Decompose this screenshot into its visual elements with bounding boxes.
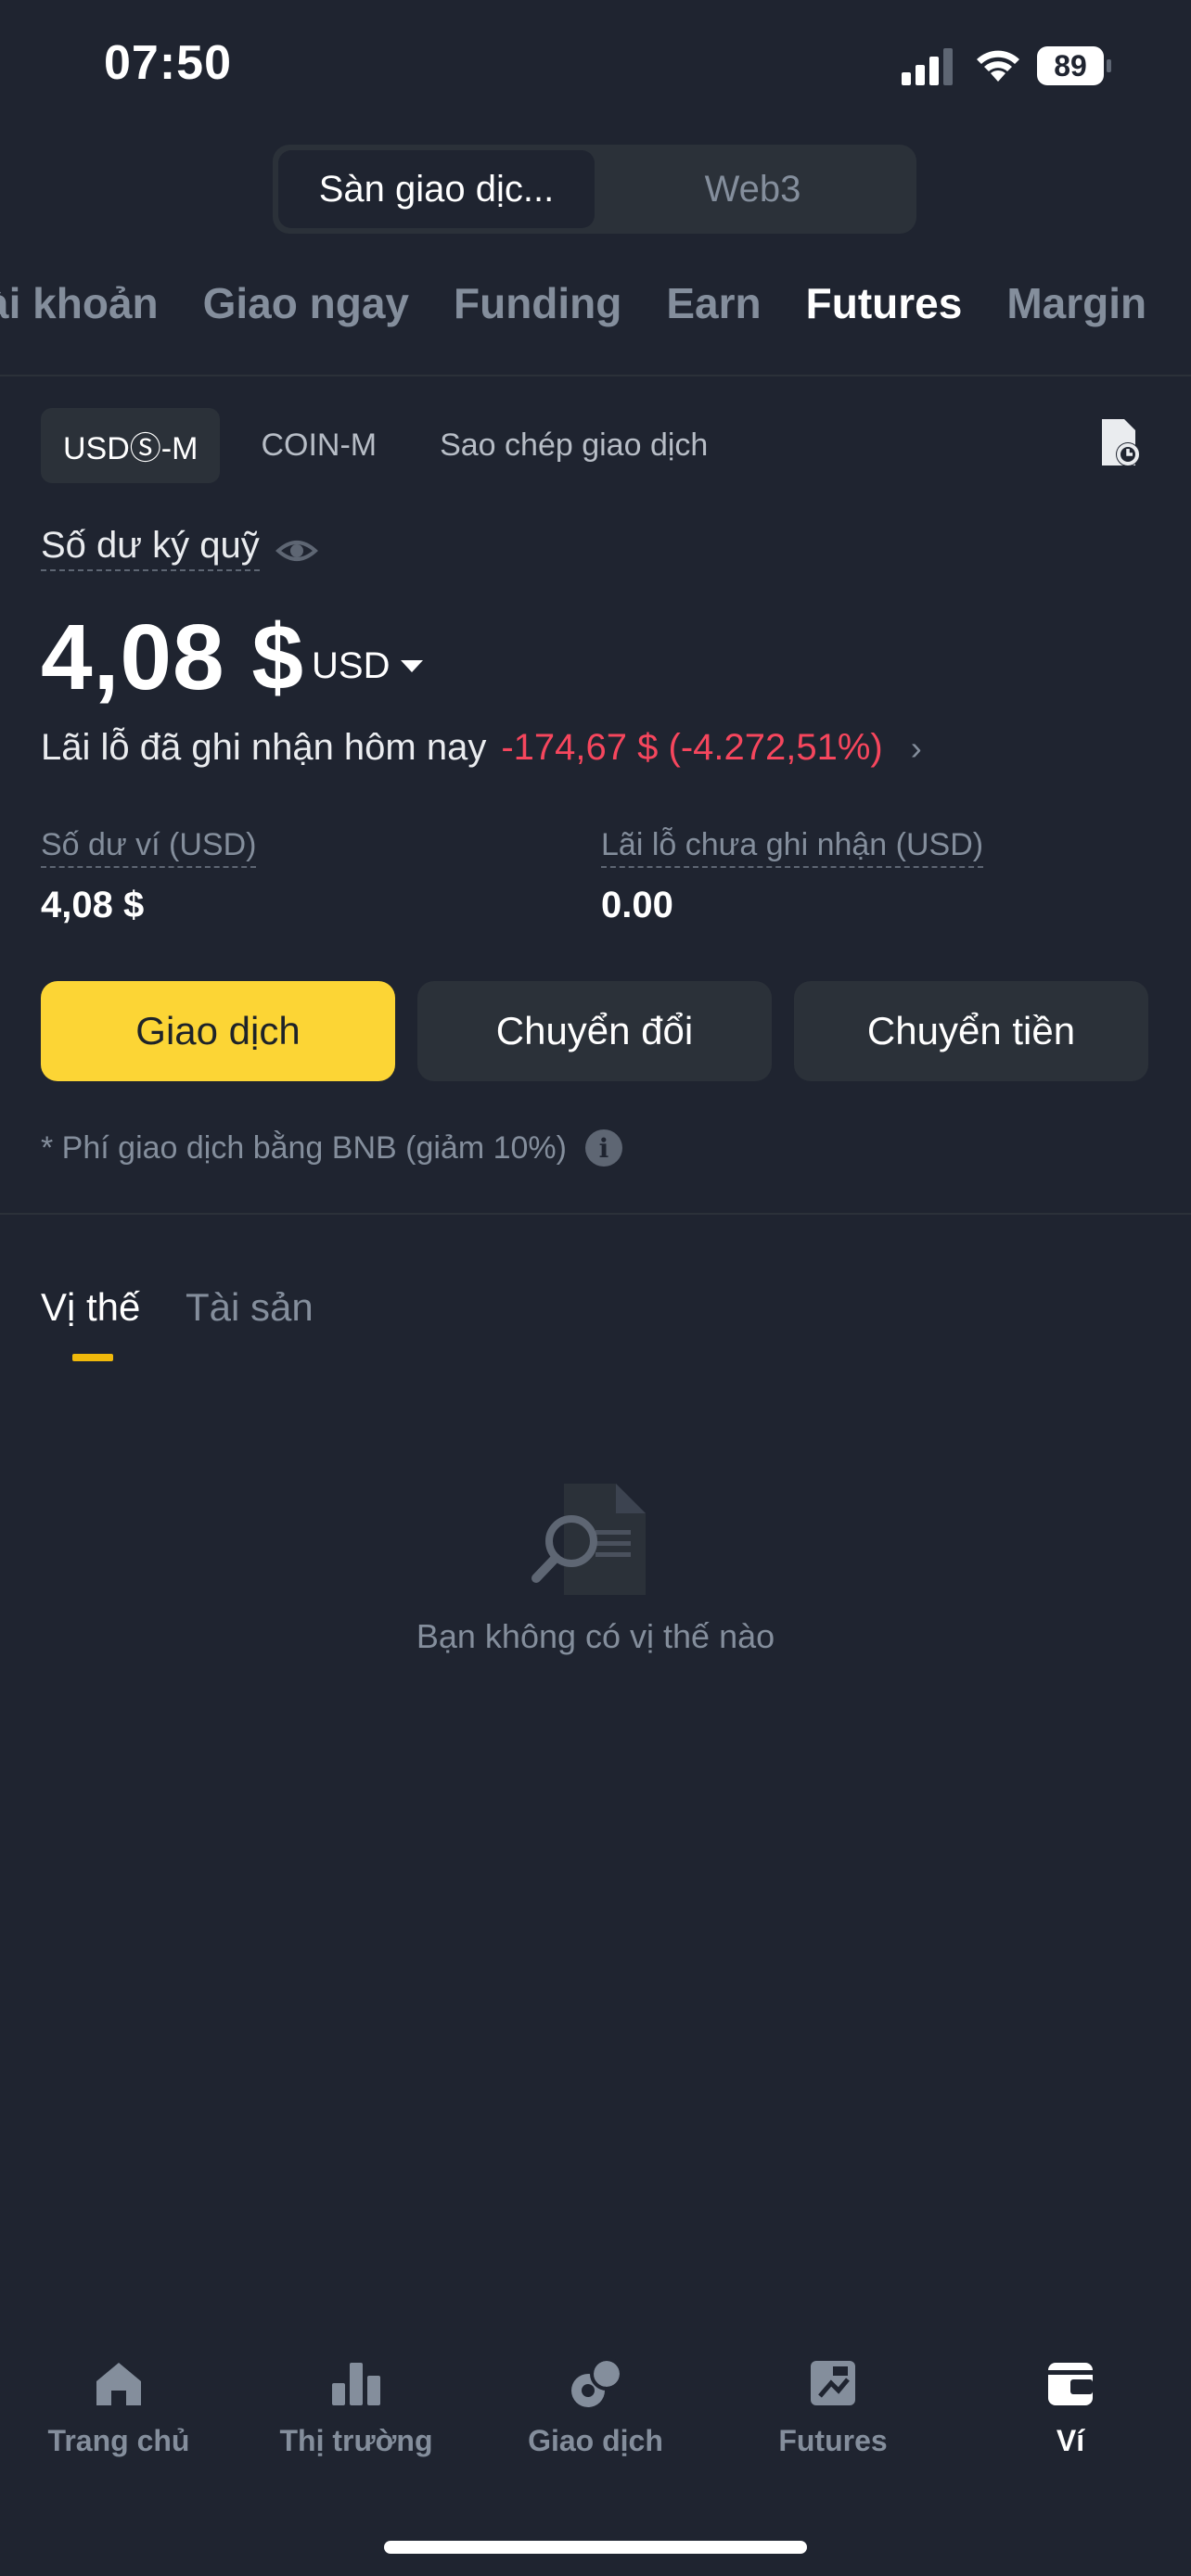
nav-home[interactable]: Trang chủ	[0, 2355, 237, 2458]
trade-icon	[571, 2357, 623, 2407]
wifi-icon	[977, 50, 1019, 82]
margin-balance-label[interactable]: Số dư ký quỹ	[41, 525, 260, 571]
tab-positions[interactable]: Vị thế	[41, 1285, 140, 1330]
unrealized-pnl-label[interactable]: Lãi lỗ chưa ghi nhận (USD)	[601, 827, 984, 868]
tab-assets[interactable]: Tài sản	[186, 1285, 314, 1330]
active-tab-indicator	[72, 1354, 113, 1361]
divider	[0, 375, 1191, 376]
battery-icon: 89	[1037, 46, 1111, 85]
futures-icon	[811, 2361, 855, 2405]
nav-futures-label: Futures	[778, 2424, 888, 2457]
nav-wallet[interactable]: Ví	[952, 2355, 1189, 2458]
chevron-down-icon	[401, 660, 424, 672]
signal-icon	[902, 48, 953, 85]
nav-markets-label: Thị trường	[279, 2424, 433, 2457]
home-indicator	[384, 2541, 807, 2554]
status-time: 07:50	[104, 36, 232, 90]
tab-account[interactable]: ài khoản	[0, 278, 159, 328]
subtab-coin-m[interactable]: COIN-M	[238, 413, 399, 478]
info-icon[interactable]: i	[584, 1129, 622, 1167]
subtab-usds-m[interactable]: USDⓈ-M	[41, 408, 221, 483]
tab-funding[interactable]: Funding	[454, 278, 621, 328]
pnl-today-label: Lãi lỗ đã ghi nhận hôm nay	[41, 727, 487, 768]
eye-icon[interactable]	[275, 532, 319, 569]
history-icon[interactable]	[1098, 417, 1141, 467]
tab-earn[interactable]: Earn	[666, 278, 761, 328]
bar-chart-icon	[332, 2363, 380, 2405]
tab-margin[interactable]: Margin	[1006, 278, 1146, 328]
nav-trade-label: Giao dịch	[528, 2424, 663, 2457]
wallet-balance-label[interactable]: Số dư ví (USD)	[41, 827, 257, 868]
wallet-icon	[1048, 2363, 1093, 2405]
battery-level: 89	[1037, 46, 1104, 85]
unrealized-pnl-value: 0.00	[601, 885, 673, 925]
subtab-copy-trading[interactable]: Sao chép giao dịch	[417, 413, 730, 478]
nav-trade[interactable]: Giao dịch	[477, 2355, 714, 2458]
margin-balance-value: 4,08 $	[41, 606, 305, 709]
nav-home-label: Trang chủ	[47, 2424, 190, 2457]
segment-exchange[interactable]: Sàn giao dịc...	[278, 150, 595, 228]
wallet-tabs: ài khoản Giao ngay Funding Earn Futures …	[0, 278, 1191, 352]
futures-type-tabs: USDⓈ-M COIN-M Sao chép giao dịch	[41, 408, 730, 483]
divider	[0, 1213, 1191, 1215]
no-results-icon	[531, 1484, 646, 1595]
chevron-right-icon: ›	[910, 728, 922, 767]
trade-button[interactable]: Giao dịch	[41, 981, 395, 1081]
pnl-today-value: -174,67 $ (-4.272,51%)	[501, 727, 883, 768]
currency-selector[interactable]: USD	[312, 645, 424, 687]
nav-futures[interactable]: Futures	[714, 2355, 952, 2458]
home-icon	[96, 2363, 141, 2405]
pnl-today-row[interactable]: Lãi lỗ đã ghi nhận hôm nay -174,67 $ (-4…	[41, 727, 922, 769]
currency-label: USD	[312, 645, 391, 686]
wallet-balance-value: 4,08 $	[41, 885, 145, 925]
bottom-nav: Trang chủ Thị trường Giao dịch Futures V…	[0, 2355, 1191, 2485]
nav-markets[interactable]: Thị trường	[237, 2355, 475, 2458]
convert-button[interactable]: Chuyển đổi	[417, 981, 772, 1081]
nav-wallet-label: Ví	[1056, 2424, 1085, 2457]
tab-spot[interactable]: Giao ngay	[203, 278, 409, 328]
empty-state-text: Bạn không có vị thế nào	[416, 1617, 775, 1655]
fee-note-text: * Phí giao dịch bằng BNB (giảm 10%)	[41, 1129, 567, 1166]
fee-note: * Phí giao dịch bằng BNB (giảm 10%) i	[41, 1129, 622, 1167]
exchange-web3-switch: Sàn giao dịc... Web3	[273, 145, 916, 234]
transfer-button[interactable]: Chuyển tiền	[794, 981, 1148, 1081]
segment-web3[interactable]: Web3	[595, 150, 911, 228]
tab-futures[interactable]: Futures	[806, 278, 963, 328]
